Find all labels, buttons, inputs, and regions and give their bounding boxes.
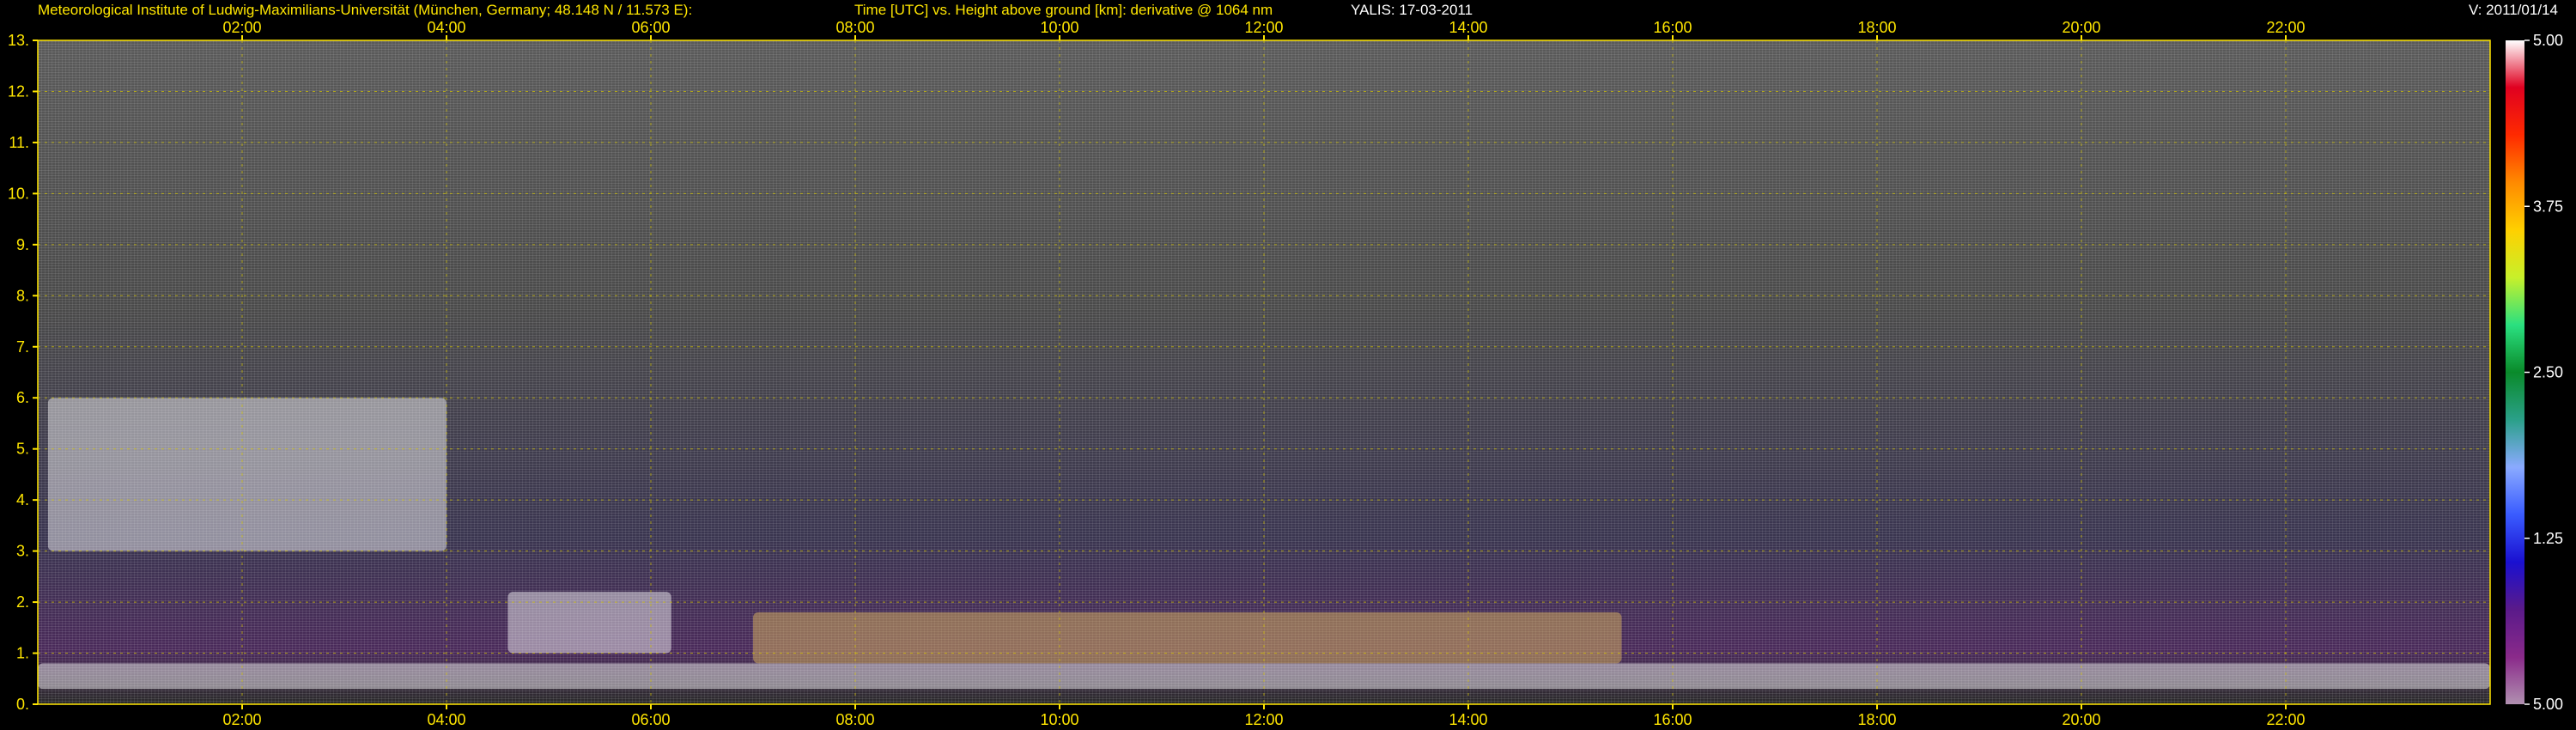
x-tick-label-bottom: 06:00 xyxy=(631,711,670,728)
x-tick-label-bottom: 08:00 xyxy=(835,711,874,728)
x-tick-label-bottom: 10:00 xyxy=(1040,711,1078,728)
y-tick-label: 7. xyxy=(16,338,29,356)
colorbar-label: 5.00 xyxy=(2533,32,2563,49)
x-tick-label-top: 16:00 xyxy=(1653,19,1692,36)
x-tick-label-top: 02:00 xyxy=(222,19,261,36)
y-tick-label: 3. xyxy=(16,543,29,560)
chart-overlay: 02:00 02:00 04:00 04:00 06:00 06:00 08:00 08:00… xyxy=(8,19,2563,728)
colorbar-label: 1.25 xyxy=(2533,530,2563,547)
y-tick-label: 12. xyxy=(8,82,29,100)
colorbar-label: 2.50 xyxy=(2533,364,2563,381)
x-tick-label-top: 12:00 xyxy=(1244,19,1283,36)
x-tick-label-bottom: 22:00 xyxy=(2266,711,2305,728)
y-tick-label: 10. xyxy=(8,185,29,202)
y-tick-label: 11. xyxy=(9,134,29,151)
y-tick-label: 6. xyxy=(16,389,29,406)
x-tick-label-bottom: 20:00 xyxy=(2062,711,2100,728)
y-tick-label: 9. xyxy=(16,236,29,253)
y-tick-label: 0. xyxy=(16,696,29,713)
x-tick-label-bottom: 12:00 xyxy=(1244,711,1283,728)
y-tick-label: 1. xyxy=(16,645,29,662)
x-tick-label-bottom: 02:00 xyxy=(222,711,261,728)
y-tick-label: 13. xyxy=(8,32,29,49)
y-tick-label: 8. xyxy=(16,287,29,304)
x-tick-label-top: 04:00 xyxy=(427,19,465,36)
x-tick-label-top: 18:00 xyxy=(1857,19,1896,36)
y-tick-label: 2. xyxy=(16,593,29,611)
feature-1 xyxy=(507,592,671,654)
x-tick-label-top: 22:00 xyxy=(2266,19,2305,36)
colorbar xyxy=(2506,40,2524,704)
x-tick-label-bottom: 04:00 xyxy=(427,711,465,728)
x-tick-label-bottom: 16:00 xyxy=(1653,711,1692,728)
y-tick-label: 5. xyxy=(16,441,29,458)
y-tick-label: 4. xyxy=(16,491,29,508)
x-tick-label-bottom: 18:00 xyxy=(1857,711,1896,728)
feature-0 xyxy=(47,398,447,551)
x-tick-label-top: 08:00 xyxy=(835,19,874,36)
colorbar-label: 3.75 xyxy=(2533,198,2563,215)
x-tick-label-top: 14:00 xyxy=(1449,19,1487,36)
colorbar-label: 5.00 xyxy=(2533,696,2563,713)
x-tick-label-bottom: 14:00 xyxy=(1449,711,1487,728)
feature-3 xyxy=(753,611,1622,664)
x-tick-label-top: 06:00 xyxy=(631,19,670,36)
x-tick-label-top: 20:00 xyxy=(2062,19,2100,36)
x-tick-label-top: 10:00 xyxy=(1040,19,1078,36)
